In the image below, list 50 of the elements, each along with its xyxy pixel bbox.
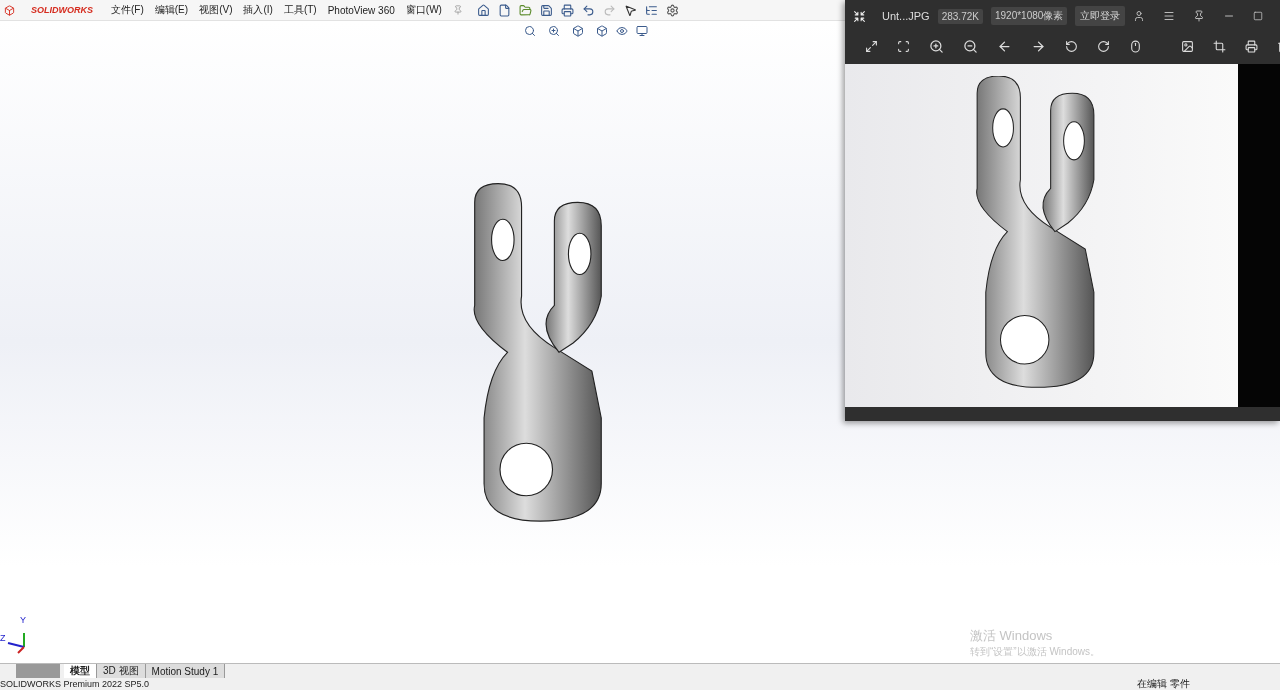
next-icon[interactable]: [1031, 38, 1046, 54]
save-icon[interactable]: [539, 3, 553, 17]
menu-item[interactable]: 编辑(E): [154, 3, 189, 17]
menu-item[interactable]: 工具(T): [283, 3, 317, 17]
login-button[interactable]: 立即登录: [1075, 6, 1126, 26]
view-tab[interactable]: 模型: [64, 664, 97, 678]
menu-item[interactable]: 视图(V): [199, 3, 233, 17]
maximize-icon[interactable]: [1253, 11, 1264, 21]
select-pointer-icon[interactable]: [623, 3, 637, 17]
user-icon[interactable]: [1133, 10, 1146, 22]
print-icon[interactable]: [1245, 39, 1258, 53]
edit-mode-text: 在编辑 零件: [1137, 677, 1190, 690]
zoom-area-icon[interactable]: [548, 25, 560, 37]
rotate-left-icon[interactable]: [1065, 39, 1078, 53]
axis-label: Z: [0, 633, 6, 643]
pin-icon[interactable]: [1193, 10, 1206, 22]
menu-item[interactable]: 插入(I): [243, 3, 273, 17]
activation-title: 激活 Windows: [970, 627, 1054, 645]
image-dimensions-label: 1920*1080像素: [990, 7, 1068, 25]
app-logo: SOLIDWORKS: [31, 5, 93, 15]
hide-show-icon[interactable]: [616, 25, 628, 37]
crop-icon[interactable]: [1213, 39, 1226, 53]
settings-icon[interactable]: [665, 3, 679, 17]
file-name: Unt...JPG: [882, 10, 930, 22]
home-icon[interactable]: [476, 3, 490, 17]
previous-icon[interactable]: [997, 38, 1012, 54]
zoom-in-icon[interactable]: [929, 38, 944, 54]
menu-icon[interactable]: [1163, 10, 1176, 22]
fullscreen-icon[interactable]: [865, 39, 878, 53]
zoom-fit-icon[interactable]: [524, 25, 536, 37]
new-file-icon[interactable]: [497, 3, 511, 17]
mouse-icon[interactable]: [1129, 39, 1142, 53]
view-tab[interactable]: Motion Study 1: [145, 664, 226, 678]
zoom-out-icon[interactable]: [963, 38, 978, 54]
open-folder-icon[interactable]: [518, 3, 532, 17]
file-size-label: 283.72K: [937, 8, 983, 24]
menu-item[interactable]: 文件(F): [111, 3, 144, 17]
options-list-icon[interactable]: [644, 3, 658, 17]
view-tab[interactable]: 3D 视图: [97, 664, 146, 678]
undo-icon[interactable]: [581, 3, 595, 17]
image-edit-icon[interactable]: [1181, 39, 1194, 53]
axis-label: Y: [20, 615, 26, 625]
menu-item[interactable]: PhotoView 360: [327, 4, 395, 16]
menu-item[interactable]: 窗口(W): [405, 3, 442, 17]
fit-window-icon[interactable]: [897, 39, 910, 53]
rotate-right-icon[interactable]: [1097, 39, 1110, 53]
view-settings-icon[interactable]: [636, 25, 648, 37]
tab-scroll-bar[interactable]: [16, 664, 60, 678]
print-icon[interactable]: [560, 3, 574, 17]
version-text: SOLIDWORKS Premium 2022 SP5.0: [0, 679, 150, 689]
